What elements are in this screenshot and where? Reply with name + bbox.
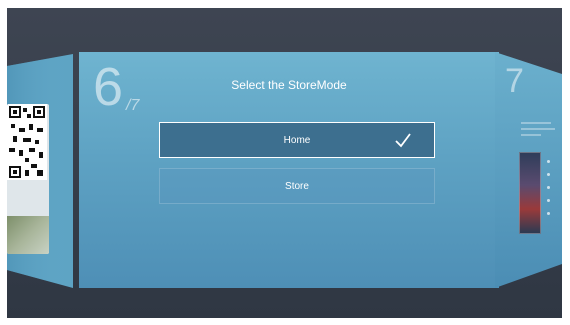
option-home[interactable]: Home [159,122,435,158]
qr-code-icon [7,104,47,180]
next-page-text [521,122,557,140]
next-page-panel: 7 [495,52,562,288]
promo-image [7,216,49,254]
next-page-thumbnail [519,152,541,234]
check-icon [395,133,411,148]
option-store-label: Store [285,180,309,192]
qr-card [7,104,49,254]
next-page-indicators [547,160,551,225]
next-page-number: 7 [505,62,524,100]
store-mode-panel: 6 /7 Select the StoreMode Home Store [79,52,499,288]
page-total: /7 [126,97,140,114]
panel-title: Select the StoreMode [231,78,347,92]
option-store[interactable]: Store [159,168,435,204]
tv-screen: 6 /7 Select the StoreMode Home Store 7 [7,8,562,318]
previous-page-panel [7,8,87,318]
option-home-label: Home [283,134,311,146]
